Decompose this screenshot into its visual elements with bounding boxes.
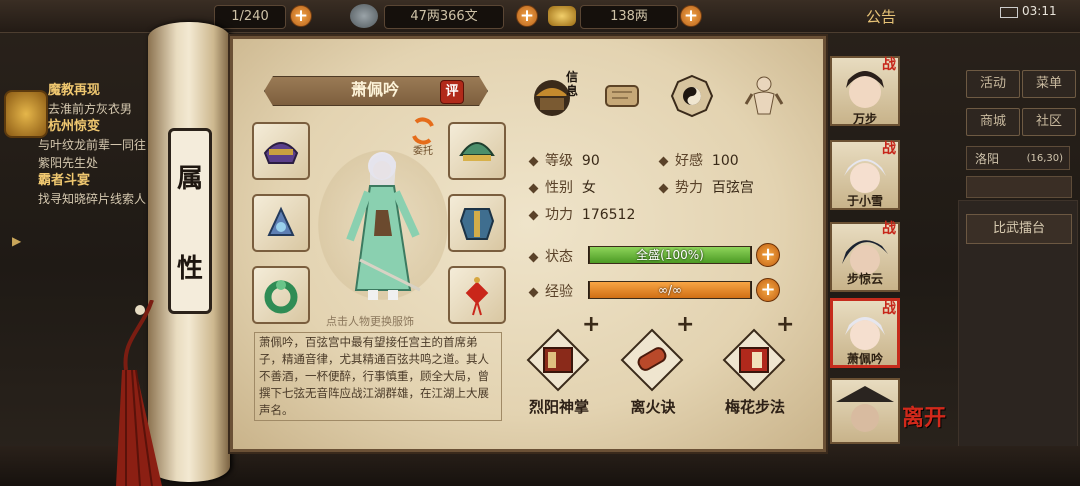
hero-portrait xyxy=(836,386,894,432)
gender-label: 性别 xyxy=(545,180,573,196)
faction-label: 势力 xyxy=(675,180,703,196)
equip-slot-shoulder[interactable] xyxy=(252,122,310,180)
exp-bar-text: ∞/∞ xyxy=(657,283,683,297)
exp-bar-track: ∞/∞ xyxy=(588,281,752,299)
scroll-label-char: 属 xyxy=(176,163,203,194)
equip-slot-ring[interactable] xyxy=(252,266,310,324)
silver-icon xyxy=(350,4,378,28)
equip-slot-head[interactable] xyxy=(448,122,506,180)
equip-slot-armor[interactable] xyxy=(448,194,506,252)
hero-biography: 萧佩吟，百弦宫中最有望接任宫主的首席弟子，精通音律，尤其精通百弦共鸣之道。其人不… xyxy=(254,332,502,421)
roster-name: 于小雪 xyxy=(846,194,883,208)
menu-button[interactable]: 菜单 xyxy=(1022,70,1076,98)
favor-label: 好感 xyxy=(675,153,703,169)
add-exp-button[interactable]: + xyxy=(756,278,780,302)
scroll-icon[interactable] xyxy=(620,328,684,392)
leave-button[interactable]: 离开 xyxy=(902,400,946,432)
favor-stat: 好感 100 xyxy=(658,150,739,170)
tab-scroll[interactable] xyxy=(598,72,646,120)
add-gold-button[interactable]: + xyxy=(680,5,702,27)
equip-slot-accessory[interactable] xyxy=(448,266,506,324)
tassel-decoration xyxy=(116,300,162,486)
quest-desc: 找寻知晓碎片线索人 xyxy=(38,192,147,206)
meridian-icon xyxy=(744,76,784,115)
tab-meridian[interactable] xyxy=(740,72,788,120)
hero-figure[interactable] xyxy=(330,140,440,310)
exp-label-text: 经验 xyxy=(545,284,573,300)
armor-icon xyxy=(459,208,495,240)
level-value: 90 xyxy=(581,153,600,169)
quest-desc: 去淮前方灰衣男 xyxy=(48,102,133,116)
quest-desc: 与叶纹龙前辈一同往紫阳先生处 xyxy=(38,138,147,170)
roster-name: 步惊云 xyxy=(846,272,883,286)
power-label: 功力 xyxy=(545,207,573,223)
red-book-icon[interactable] xyxy=(526,328,590,392)
favor-value: 100 xyxy=(711,153,739,169)
minimap-strip[interactable] xyxy=(966,176,1072,198)
skill-name: 离火诀 xyxy=(630,398,676,416)
status-bar-track: 全盛(100%) xyxy=(588,246,752,264)
jade-ring-icon xyxy=(264,280,298,314)
power-value: 176512 xyxy=(581,207,636,223)
arena-label: 比武擂台 xyxy=(992,221,1045,236)
skill-name: 梅花步法 xyxy=(724,398,785,416)
quest-title[interactable]: 霸者斗宴 xyxy=(0,172,160,190)
location-display[interactable]: 洛阳 (16,30) xyxy=(966,146,1070,170)
activity-button[interactable]: 活动 xyxy=(966,70,1020,98)
scroll-label: 属 性 xyxy=(168,128,212,314)
faction-stat: 势力 百弦宫 xyxy=(658,177,754,197)
status-label-text: 状态 xyxy=(545,249,573,265)
restore-status-button[interactable]: + xyxy=(756,243,780,267)
power-stat: 功力 176512 xyxy=(528,204,636,224)
level-stat: 等级 90 xyxy=(528,150,600,170)
clock: 03:11 xyxy=(1022,4,1057,18)
money-display: 47两366文 xyxy=(384,5,504,29)
shoulder-armor-icon xyxy=(263,142,299,164)
level-label: 等级 xyxy=(545,153,573,169)
war-badge: 战 xyxy=(882,141,896,157)
quest-title[interactable]: 杭州惊变 xyxy=(0,118,160,136)
roster-card[interactable] xyxy=(830,378,900,444)
red-book-icon[interactable] xyxy=(722,328,786,392)
expand-arrow-icon[interactable]: ▶ xyxy=(12,234,21,248)
scroll-icon xyxy=(605,85,639,107)
war-badge: 战 xyxy=(882,301,896,317)
gauntlet-icon xyxy=(267,206,295,236)
add-money-button[interactable]: + xyxy=(516,5,538,27)
helmet-icon xyxy=(459,142,495,161)
location-coords: (16,30) xyxy=(1026,153,1063,164)
gold-ingot-icon xyxy=(548,6,576,26)
war-badge: 战 xyxy=(882,221,896,237)
exp-label: 经验 xyxy=(528,281,573,301)
gender-value: 女 xyxy=(581,180,596,196)
war-badge: 战 xyxy=(882,57,896,73)
status-label: 状态 xyxy=(528,246,573,266)
bagua-icon xyxy=(670,74,714,118)
skill-name: 烈阳神掌 xyxy=(528,398,589,416)
location-name: 洛阳 xyxy=(975,152,1000,166)
arena-button[interactable]: 比武擂台 xyxy=(966,214,1072,244)
roster-name: 萧佩吟 xyxy=(846,352,883,366)
outfit-tip: 点击人物更换服饰 xyxy=(326,315,414,328)
add-stamina-button[interactable]: + xyxy=(290,5,312,27)
faction-value: 百弦宫 xyxy=(711,180,754,196)
battery-icon xyxy=(1000,7,1018,18)
scroll-label-char: 性 xyxy=(176,253,203,284)
status-bar-text: 全盛(100%) xyxy=(636,248,704,262)
roster-name: 万步 xyxy=(852,112,877,126)
gold-display: 138两 xyxy=(580,5,678,29)
stamina-display: 1/240 xyxy=(214,5,286,29)
gender-stat: 性别 女 xyxy=(528,177,596,197)
tab-info-label: 信息 xyxy=(566,70,579,98)
shop-button[interactable]: 商城 xyxy=(966,108,1020,136)
quest-title[interactable]: 魔教再现 xyxy=(0,82,160,100)
community-button[interactable]: 社区 xyxy=(1022,108,1076,136)
notice-button[interactable]: 公告 xyxy=(866,6,896,27)
equip-slot-weapon[interactable] xyxy=(252,194,310,252)
chinese-knot-icon xyxy=(465,277,489,316)
rate-button[interactable]: 评 xyxy=(440,80,464,104)
tab-bagua[interactable] xyxy=(668,72,716,120)
quest-log[interactable]: 魔教再现 去淮前方灰衣男 杭州惊变 与叶纹龙前辈一同往紫阳先生处 霸者斗宴 找寻… xyxy=(0,82,160,208)
